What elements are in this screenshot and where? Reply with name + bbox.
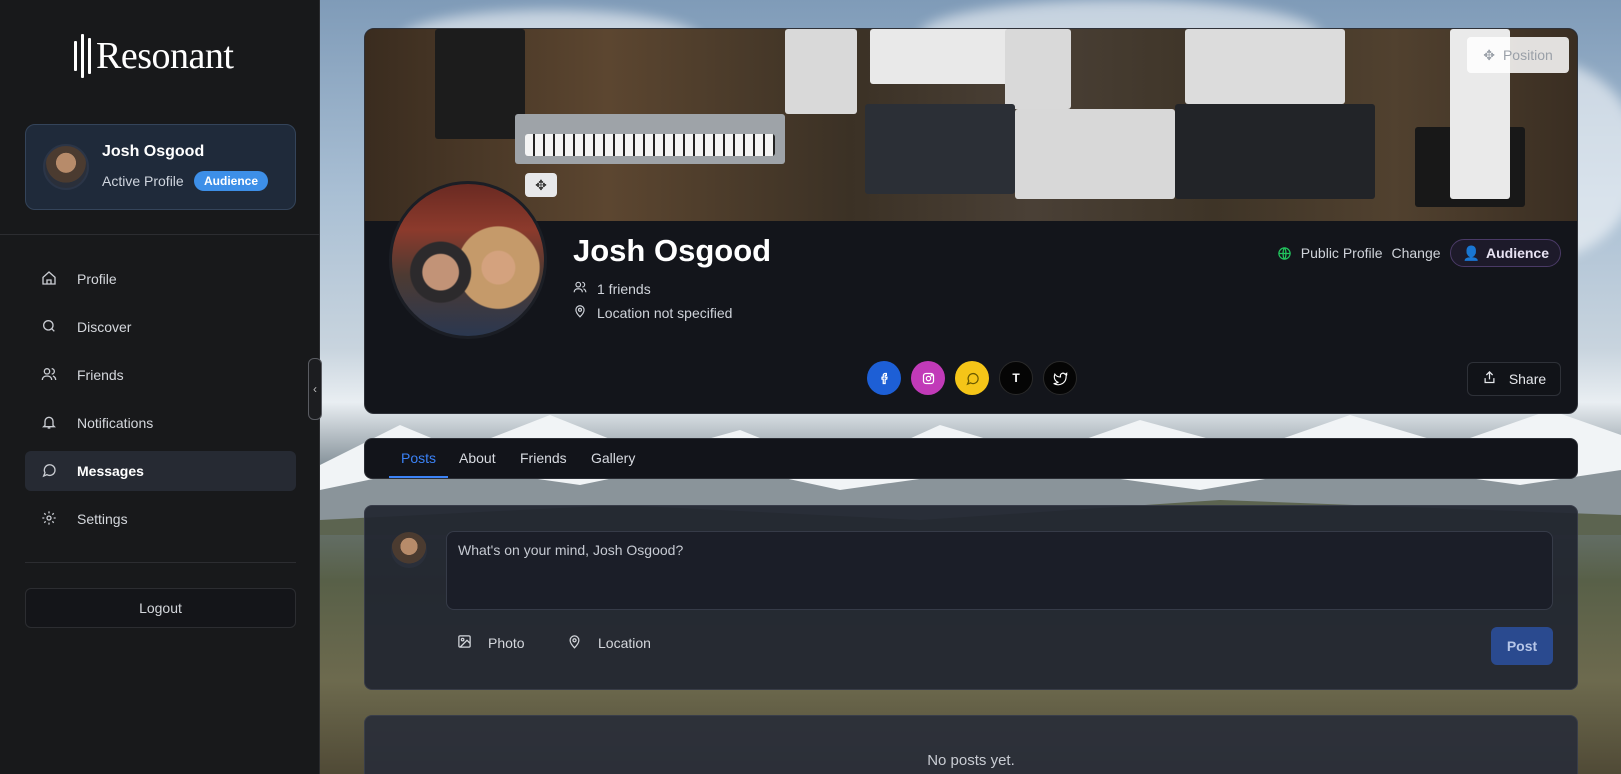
sidebar-item-messages[interactable]: Messages <box>25 451 296 491</box>
move-icon: ✥ <box>1483 46 1495 63</box>
tab-gallery[interactable]: Gallery <box>591 450 635 466</box>
location-pin-icon <box>567 634 582 652</box>
friends-text: 1 friends <box>597 280 651 297</box>
divider <box>0 234 320 235</box>
facebook-icon[interactable] <box>867 361 901 395</box>
profile-avatar[interactable] <box>389 181 547 339</box>
visibility-controls: Public Profile Change 👤 Audience <box>1277 239 1561 267</box>
logout-button[interactable]: Logout <box>25 588 296 628</box>
t-glyph: T <box>1012 371 1020 385</box>
sidebar: Resonant Josh Osgood Active Profile Audi… <box>0 0 320 774</box>
active-tab-indicator <box>389 476 448 478</box>
profile-name: Josh Osgood <box>102 143 205 160</box>
gear-icon <box>41 510 59 528</box>
change-visibility-link[interactable]: Change <box>1392 245 1441 261</box>
bell-icon <box>41 414 59 432</box>
add-location-button[interactable]: Location <box>567 634 651 652</box>
logo-text: Resonant <box>96 35 234 77</box>
social-links: T <box>867 361 1077 395</box>
share-button[interactable]: Share <box>1467 362 1561 396</box>
home-icon <box>41 270 59 288</box>
active-profile-card[interactable]: Josh Osgood Active Profile Audience <box>25 124 296 210</box>
move-icon: ✥ <box>535 176 547 193</box>
sidebar-item-profile[interactable]: Profile <box>25 259 296 299</box>
reposition-cover-button[interactable]: ✥ Position <box>1467 37 1569 73</box>
post-button[interactable]: Post <box>1491 627 1553 665</box>
share-icon <box>1482 370 1497 388</box>
person-icon: 👤 <box>1462 244 1480 261</box>
profile-header-card: ✥ Position ✥ Josh Osgood 1 friends Locat… <box>364 28 1578 414</box>
resonant-logo[interactable]: Resonant <box>74 32 234 80</box>
sidebar-item-label: Notifications <box>77 415 154 431</box>
sidebar-item-label: Discover <box>77 319 132 335</box>
profile-tabs: Posts About Friends Gallery <box>364 438 1578 479</box>
sidebar-item-label: Profile <box>77 271 117 287</box>
audience-profile-badge[interactable]: 👤 Audience <box>1449 239 1561 267</box>
users-icon <box>41 366 59 384</box>
globe-icon <box>1277 246 1292 261</box>
profile-name: Josh Osgood <box>573 233 772 268</box>
position-label: Position <box>1502 47 1553 63</box>
visibility-label: Public Profile <box>1300 245 1383 261</box>
avatar <box>391 532 427 568</box>
image-icon <box>457 634 472 652</box>
sidebar-collapse-toggle[interactable]: ‹ <box>308 358 322 420</box>
chevron-left-icon: ‹ <box>313 382 317 396</box>
search-icon <box>41 318 59 336</box>
twitter-icon[interactable] <box>1043 361 1077 395</box>
avatar <box>43 144 89 190</box>
photo-label: Photo <box>488 635 525 651</box>
post-input[interactable] <box>446 531 1553 610</box>
sidebar-item-notifications[interactable]: Notifications <box>25 403 296 443</box>
tab-posts[interactable]: Posts <box>401 450 436 466</box>
sidebar-nav: Profile Discover Friends Notifications M… <box>25 259 296 547</box>
sidebar-item-discover[interactable]: Discover <box>25 307 296 347</box>
sidebar-item-label: Settings <box>77 511 128 527</box>
location-pin-icon <box>573 304 587 321</box>
sidebar-item-settings[interactable]: Settings <box>25 499 296 539</box>
location-label: Location <box>598 635 651 651</box>
tab-friends[interactable]: Friends <box>520 450 567 466</box>
post-composer: Photo Location Post <box>364 505 1578 690</box>
t-social-icon[interactable]: T <box>999 361 1033 395</box>
chat-icon[interactable] <box>955 361 989 395</box>
move-avatar-button[interactable]: ✥ <box>525 173 557 197</box>
add-photo-button[interactable]: Photo <box>457 634 525 652</box>
divider <box>25 562 296 563</box>
location-info: Location not specified <box>573 304 732 321</box>
tab-about[interactable]: About <box>459 450 496 466</box>
sidebar-item-friends[interactable]: Friends <box>25 355 296 395</box>
empty-state-text: No posts yet. <box>927 752 1015 769</box>
profile-subtitle: Active Profile <box>102 173 184 189</box>
sidebar-item-label: Messages <box>77 463 144 479</box>
sidebar-item-label: Friends <box>77 367 124 383</box>
users-icon <box>573 280 587 297</box>
message-icon <box>41 462 59 480</box>
location-text: Location not specified <box>597 304 733 321</box>
audience-label: Audience <box>1485 245 1549 261</box>
share-label: Share <box>1508 371 1547 387</box>
audience-badge: Audience <box>194 171 269 191</box>
posts-feed: No posts yet. <box>364 715 1578 774</box>
logo-mark-icon <box>74 33 91 79</box>
friends-count[interactable]: 1 friends <box>573 280 651 297</box>
instagram-icon[interactable] <box>911 361 945 395</box>
